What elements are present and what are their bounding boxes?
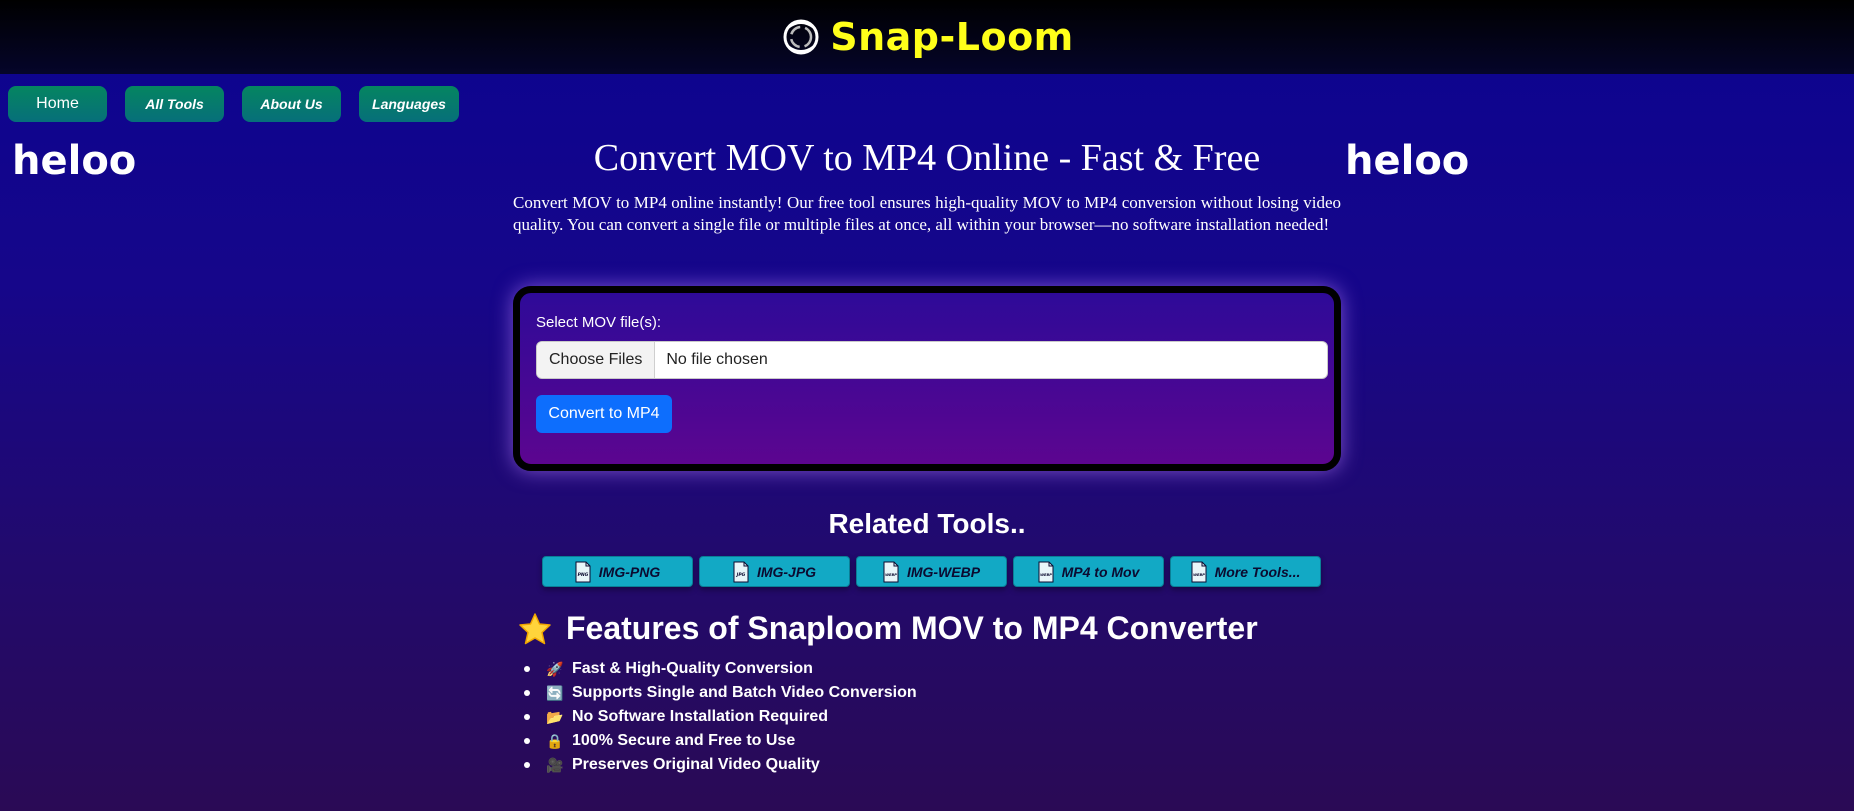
- tool-more-tools-button[interactable]: WEBP More Tools...: [1170, 556, 1321, 587]
- related-tools-title: Related Tools..: [828, 508, 1026, 539]
- list-item: 🚀 Fast & High-Quality Conversion: [524, 657, 917, 681]
- svg-text:WEBP: WEBP: [1193, 573, 1205, 577]
- nav-languages-button[interactable]: Languages: [359, 86, 459, 122]
- svg-text:WEBP: WEBP: [1040, 573, 1052, 577]
- folder-icon: 📂: [546, 708, 564, 725]
- bullet-icon: [524, 690, 530, 696]
- bullet-icon: [524, 738, 530, 744]
- convert-to-mp4-button[interactable]: Convert to MP4: [536, 395, 672, 433]
- star-icon: [519, 612, 551, 644]
- lock-icon: 🔒: [546, 732, 564, 749]
- feature-text: Preserves Original Video Quality: [572, 756, 820, 773]
- file-status: No file chosen: [666, 351, 768, 368]
- refresh-icon: 🔄: [546, 684, 564, 701]
- features-title: Features of Snaploom MOV to MP4 Converte…: [566, 610, 1258, 646]
- related-tools-list: PNG IMG-PNG JPG IMG-JPG WEBP IMG-WEBP WE…: [542, 556, 1321, 587]
- file-input[interactable]: Choose Files No file chosen: [536, 341, 1328, 379]
- file-label: Select MOV file(s):: [536, 314, 662, 331]
- swirl-logo-icon: [783, 19, 819, 55]
- site-header: Snap-Loom: [0, 0, 1854, 74]
- tool-img-webp-button[interactable]: WEBP IMG-WEBP: [856, 556, 1007, 587]
- jpg-file-icon: JPG: [733, 561, 749, 582]
- tool-label: More Tools...: [1214, 563, 1301, 580]
- webp-file-icon: WEBP: [883, 561, 899, 582]
- webp-file-icon: WEBP: [1191, 561, 1207, 582]
- side-text-right: heloo: [1345, 138, 1470, 184]
- tool-img-png-button[interactable]: PNG IMG-PNG: [542, 556, 693, 587]
- rocket-icon: 🚀: [546, 660, 564, 677]
- main-nav: Home All Tools About Us Languages: [8, 86, 459, 122]
- list-item: 🔄 Supports Single and Batch Video Conver…: [524, 681, 917, 705]
- list-item: 🎥 Preserves Original Video Quality: [524, 753, 917, 777]
- tool-label: IMG-JPG: [756, 563, 817, 580]
- nav-about-us-button[interactable]: About Us: [242, 86, 341, 122]
- list-item: 🔒 100% Secure and Free to Use: [524, 729, 917, 753]
- tool-img-jpg-button[interactable]: JPG IMG-JPG: [699, 556, 850, 587]
- png-file-icon: PNG: [575, 561, 591, 582]
- page-title: Convert MOV to MP4 Online - Fast & Free: [593, 137, 1261, 179]
- bullet-icon: [524, 714, 530, 720]
- list-item: 📂 No Software Installation Required: [524, 705, 917, 729]
- svg-text:WEBP: WEBP: [885, 573, 897, 577]
- tool-label: MP4 to Mov: [1061, 563, 1140, 580]
- video-camera-icon: 🎥: [546, 756, 564, 773]
- tool-label: IMG-PNG: [598, 563, 661, 580]
- tool-label: IMG-WEBP: [906, 563, 981, 580]
- side-text-left: heloo: [12, 138, 137, 184]
- nav-all-tools-button[interactable]: All Tools: [125, 86, 224, 122]
- brand-title: Snap-Loom: [830, 15, 1074, 59]
- bullet-icon: [524, 666, 530, 672]
- feature-text: No Software Installation Required: [572, 708, 829, 725]
- choose-files-button[interactable]: Choose Files: [537, 342, 656, 378]
- svg-text:JPG: JPG: [736, 572, 746, 578]
- bullet-icon: [524, 762, 530, 768]
- svg-text:PNG: PNG: [577, 572, 588, 578]
- feature-text: Fast & High-Quality Conversion: [572, 660, 813, 677]
- feature-text: 100% Secure and Free to Use: [572, 732, 796, 749]
- webp-file-icon: WEBP: [1038, 561, 1054, 582]
- tool-mp4-to-mov-button[interactable]: WEBP MP4 to Mov: [1013, 556, 1164, 587]
- intro-paragraph: Convert MOV to MP4 online instantly! Our…: [513, 193, 1341, 234]
- features-list: 🚀 Fast & High-Quality Conversion 🔄 Suppo…: [524, 657, 917, 777]
- converter-panel: Select MOV file(s): Choose Files No file…: [513, 286, 1341, 471]
- feature-text: Supports Single and Batch Video Conversi…: [572, 684, 917, 701]
- brand[interactable]: Snap-Loom: [780, 15, 1074, 59]
- main-content: Convert MOV to MP4 Online - Fast & Free …: [513, 134, 1341, 236]
- features-heading: Features of Snaploom MOV to MP4 Converte…: [518, 610, 1258, 647]
- nav-home-button[interactable]: Home: [8, 86, 107, 122]
